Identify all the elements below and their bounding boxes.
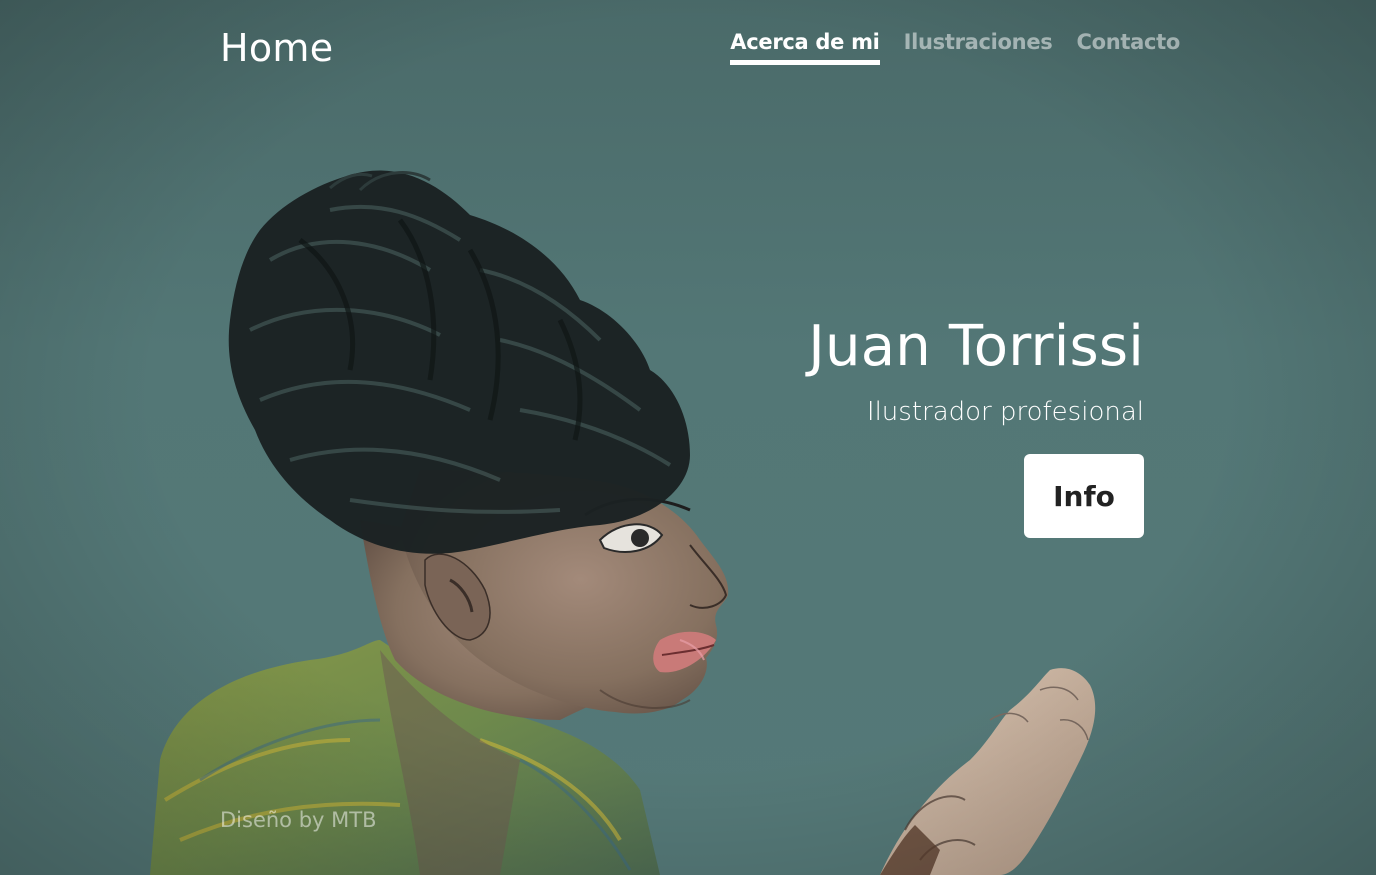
info-button[interactable]: Info [1024, 454, 1144, 538]
hero-subtitle: Ilustrador profesional [866, 397, 1144, 427]
nav-item-ilustraciones[interactable]: Ilustraciones [904, 30, 1053, 65]
hand-shape [880, 668, 1096, 875]
hair-bun [228, 170, 690, 554]
brand-home-link[interactable]: Home [220, 24, 333, 72]
portrait-illustration [150, 170, 1096, 875]
face-shape [400, 470, 729, 714]
footer-credit: Diseño by MTB [220, 808, 377, 832]
main-nav: Acerca de mi Ilustraciones Contacto [730, 30, 1180, 65]
page: Home Acerca de mi Ilustraciones Contacto… [0, 0, 1376, 875]
vignette-overlay [0, 0, 1376, 875]
nav-item-acerca[interactable]: Acerca de mi [730, 30, 880, 65]
hero-section: Juan Torrissi Ilustrador profesional Inf… [808, 312, 1144, 538]
lips-shape [653, 631, 716, 673]
hero-title: Juan Torrissi [808, 314, 1144, 379]
neck-shape [360, 520, 640, 720]
sweater-shape [150, 640, 660, 875]
nav-item-contacto[interactable]: Contacto [1076, 30, 1180, 65]
